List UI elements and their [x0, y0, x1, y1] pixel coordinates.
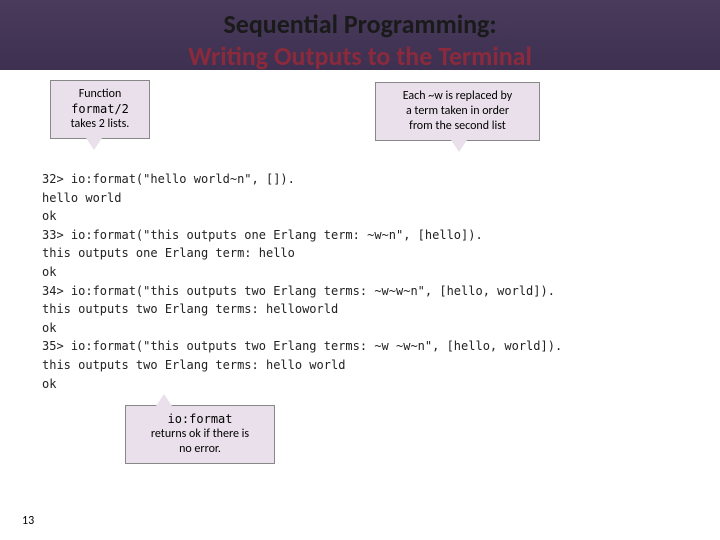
code-line: 35> io:format("this outputs two Erlang t… [42, 339, 562, 353]
callout-text: takes 2 lists. [61, 117, 139, 132]
callout-text: Each ~w is replaced by [386, 89, 529, 104]
callout-text: format/2 [61, 102, 139, 117]
callout-text: returns ok if there is [136, 427, 264, 442]
callout-text: io:format [136, 412, 264, 427]
callout-tilde-w: Each ~w is replaced by a term taken in o… [375, 82, 540, 141]
callout-returns-ok: io:format returns ok if there is no erro… [125, 405, 275, 464]
callout-text: Function [61, 87, 139, 102]
code-line: ok [42, 265, 56, 279]
code-line: 32> io:format("hello world~n", []). [42, 172, 295, 186]
callout-function-format: Function format/2 takes 2 lists. [50, 80, 150, 139]
title-line-2: Writing Outputs to the Terminal [0, 40, 720, 72]
code-line: ok [42, 209, 56, 223]
title-line-1: Sequential Programming: [0, 8, 720, 40]
code-line: hello world [42, 191, 121, 205]
slide-header: Sequential Programming: Writing Outputs … [0, 0, 720, 86]
code-line: ok [42, 377, 56, 391]
code-line: this outputs one Erlang term: hello [42, 246, 295, 260]
code-line: 34> io:format("this outputs two Erlang t… [42, 284, 555, 298]
code-line: this outputs two Erlang terms: hello wor… [42, 358, 345, 372]
callout-text: no error. [136, 442, 264, 457]
callout-text: from the second list [386, 119, 529, 134]
code-line: ok [42, 321, 56, 335]
code-line: this outputs two Erlang terms: helloworl… [42, 302, 338, 316]
code-line: 33> io:format("this outputs one Erlang t… [42, 228, 483, 242]
page-number: 13 [22, 514, 34, 528]
erlang-shell-output: 32> io:format("hello world~n", []). hell… [42, 170, 562, 393]
callout-text: a term taken in order [386, 104, 529, 119]
